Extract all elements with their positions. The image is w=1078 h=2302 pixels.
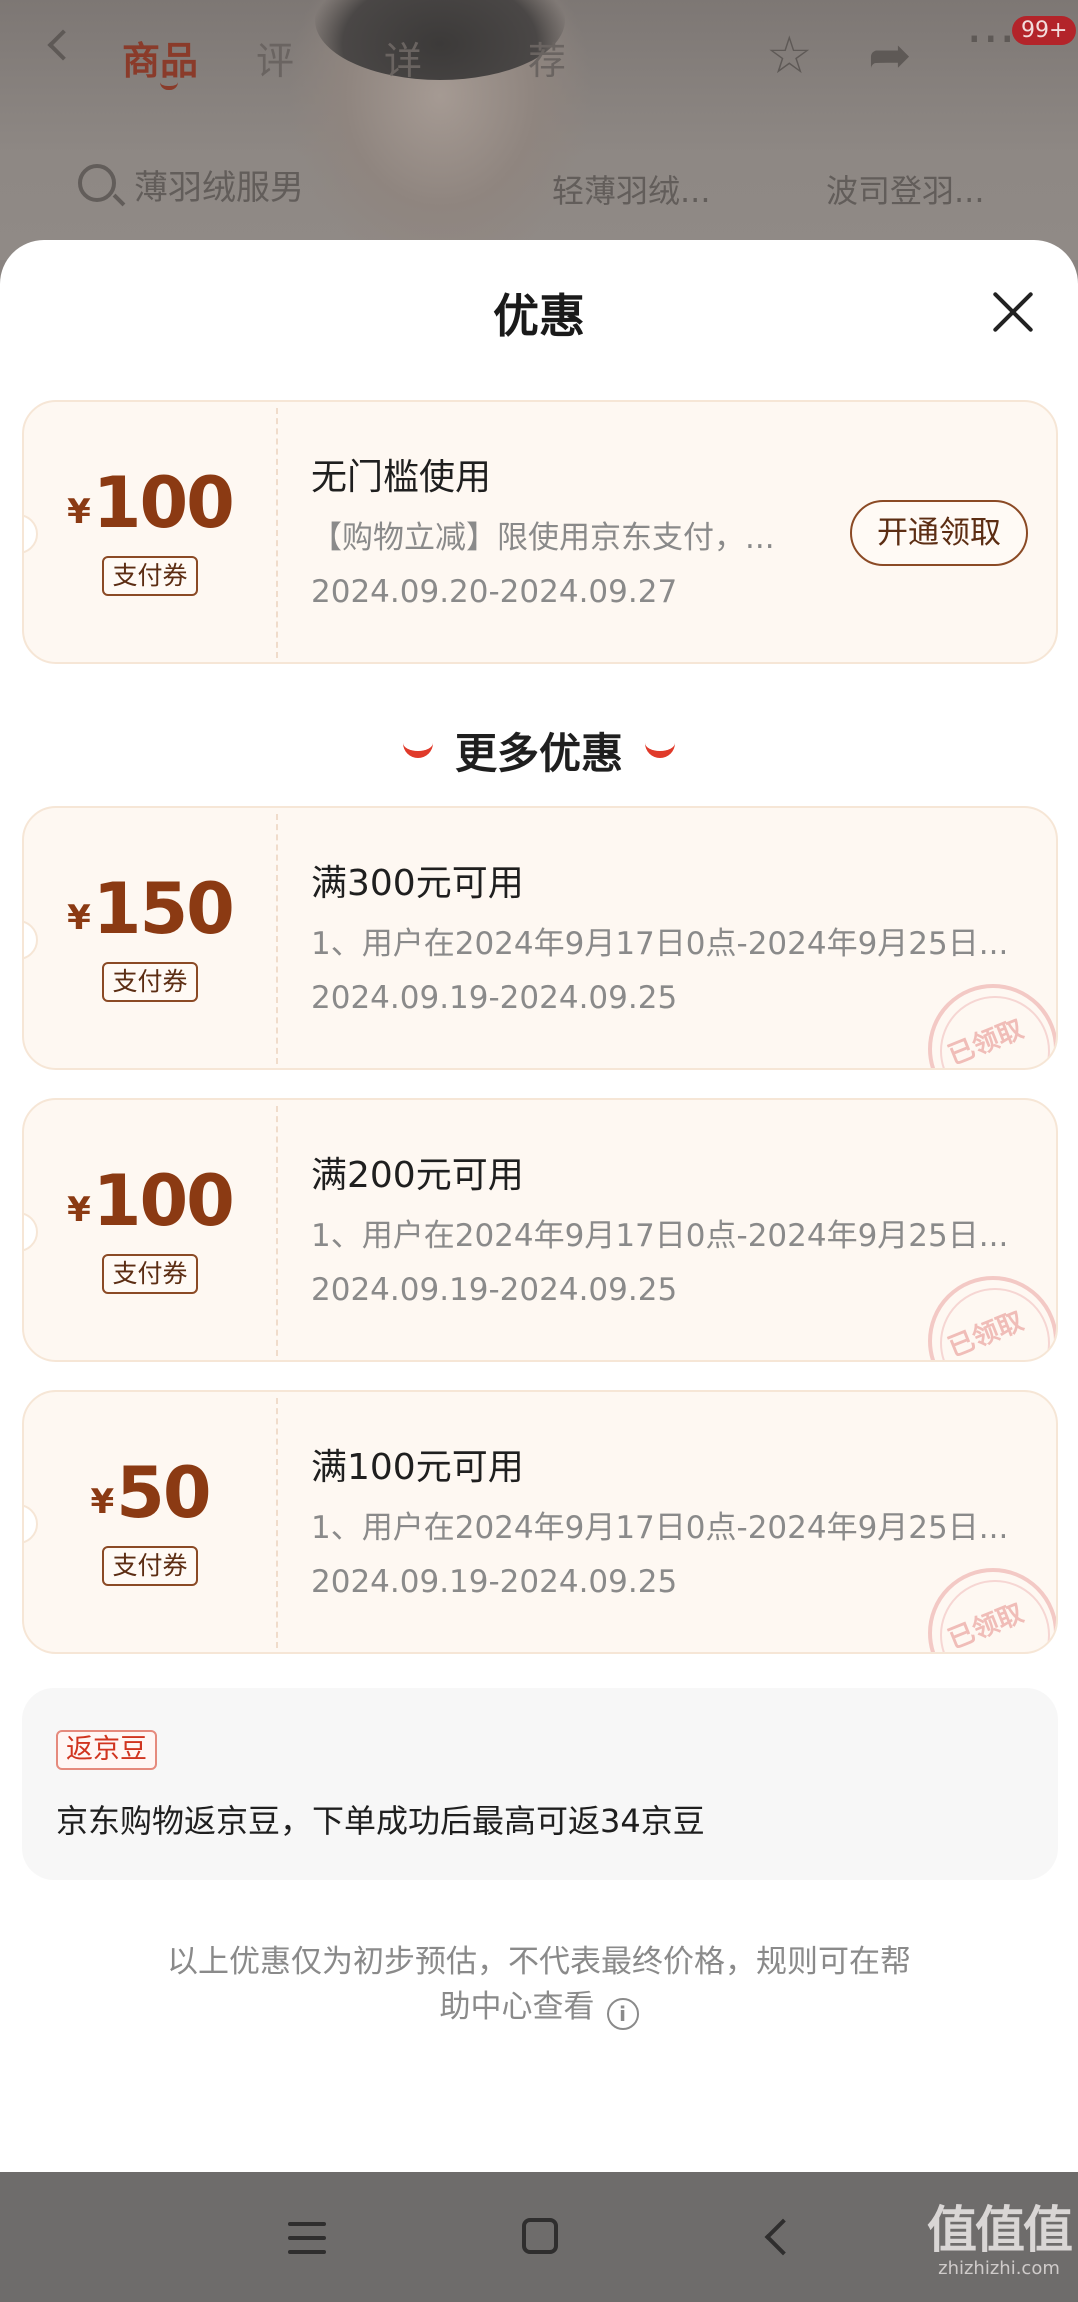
- menu-icon[interactable]: [288, 2222, 326, 2254]
- coupon-type-tag: 支付券: [102, 1254, 198, 1294]
- watermark: 值值值 zhizhizhi.com: [924, 2202, 1074, 2279]
- claimed-stamp: 已领取: [928, 1568, 1056, 1652]
- claimed-stamp: 已领取: [928, 1276, 1056, 1360]
- activate-claim-button[interactable]: 开通领取: [850, 500, 1028, 566]
- coupon-description: 1、用户在2024年9月17日0点-2024年9月25日...: [311, 1510, 1009, 1546]
- coupon-divider: [276, 814, 278, 1064]
- coupon-validity-date: 2024.09.19-2024.09.25: [311, 980, 678, 1016]
- coupon-validity-date: 2024.09.20-2024.09.27: [311, 574, 678, 610]
- coupon-description: 1、用户在2024年9月17日0点-2024年9月25日...: [311, 926, 1009, 962]
- search-chip[interactable]: 波司登羽...: [826, 166, 985, 212]
- share-icon[interactable]: ➦: [868, 30, 912, 82]
- background-product-page: 商品 评 详 荐 ☆ ➦ ··· 99+ 薄羽绒服男 轻薄羽绒... 波司登羽.…: [0, 0, 1078, 260]
- discount-sheet: 优惠 ¥100 支付券 无门槛使用 【购物立减】限使用京东支付，... 2024…: [0, 240, 1078, 2172]
- coupon-card[interactable]: ¥50 支付券 满100元可用 1、用户在2024年9月17日0点-2024年9…: [22, 1390, 1058, 1654]
- coupon-type-tag: 支付券: [102, 556, 198, 596]
- coupon-card: ¥100 支付券 无门槛使用 【购物立减】限使用京东支付，... 2024.09…: [22, 400, 1058, 664]
- search-icon[interactable]: [78, 164, 116, 202]
- jd-bean-text: 京东购物返京豆，下单成功后最高可返34京豆: [56, 1802, 705, 1840]
- coupon-divider: [276, 1398, 278, 1648]
- watermark-url: zhizhizhi.com: [938, 2258, 1060, 2279]
- disclaimer-text: 以上优惠仅为初步预估，不代表最终价格，规则可在帮 助中心查看 i: [120, 1940, 958, 2030]
- star-icon[interactable]: ☆: [766, 30, 813, 82]
- smile-icon: [402, 742, 433, 758]
- info-icon[interactable]: i: [606, 1998, 639, 2030]
- coupon-amount: ¥150: [67, 868, 235, 950]
- coupon-title: 满200元可用: [311, 1155, 524, 1196]
- coupon-type-tag: 支付券: [102, 962, 198, 1002]
- sheet-title: 优惠: [493, 289, 585, 343]
- coupon-title: 无门槛使用: [311, 457, 492, 498]
- jd-bean-tag: 返京豆: [56, 1730, 157, 1770]
- coupon-title: 满100元可用: [311, 1447, 524, 1488]
- more-icon[interactable]: ···: [966, 14, 1016, 66]
- tab-details[interactable]: 详: [384, 30, 422, 85]
- coupon-card[interactable]: ¥150 支付券 满300元可用 1、用户在2024年9月17日0点-2024年…: [22, 806, 1058, 1070]
- search-chip[interactable]: 轻薄羽绒...: [552, 166, 711, 212]
- coupon-divider: [276, 408, 278, 658]
- watermark-logo: 值值值: [927, 2201, 1073, 2259]
- smile-icon: [645, 742, 675, 758]
- claimed-stamp: 已领取: [928, 984, 1056, 1068]
- home-icon[interactable]: [522, 2218, 558, 2254]
- search-text[interactable]: 薄羽绒服男: [134, 160, 304, 209]
- back-icon[interactable]: [47, 29, 79, 61]
- tab-reviews[interactable]: 评: [256, 30, 294, 85]
- jd-bean-rebate-box: 返京豆 京东购物返京豆，下单成功后最高可返34京豆: [22, 1688, 1058, 1880]
- system-back-icon[interactable]: [764, 2218, 802, 2256]
- coupon-amount: ¥50: [90, 1452, 211, 1534]
- coupon-amount: ¥100: [67, 1160, 235, 1242]
- coupon-divider: [276, 1106, 278, 1356]
- coupon-description: 【购物立减】限使用京东支付，...: [311, 520, 775, 556]
- coupon-description: 1、用户在2024年9月17日0点-2024年9月25日...: [311, 1218, 1009, 1254]
- more-discounts-header: 更多优惠: [0, 720, 1078, 781]
- system-navigation-bar: 值值值 zhizhizhi.com: [0, 2172, 1078, 2302]
- tab-recommend[interactable]: 荐: [528, 30, 566, 85]
- close-icon[interactable]: [984, 284, 1040, 340]
- tab-product[interactable]: 商品: [122, 30, 198, 85]
- coupon-validity-date: 2024.09.19-2024.09.25: [311, 1564, 678, 1600]
- message-badge: 99+: [1012, 16, 1077, 45]
- coupon-title: 满300元可用: [311, 863, 524, 904]
- coupon-validity-date: 2024.09.19-2024.09.25: [311, 1272, 678, 1308]
- coupon-card[interactable]: ¥100 支付券 满200元可用 1、用户在2024年9月17日0点-2024年…: [22, 1098, 1058, 1362]
- coupon-amount: ¥100: [67, 462, 235, 544]
- tab-active-indicator: [160, 82, 178, 90]
- coupon-type-tag: 支付券: [102, 1546, 198, 1586]
